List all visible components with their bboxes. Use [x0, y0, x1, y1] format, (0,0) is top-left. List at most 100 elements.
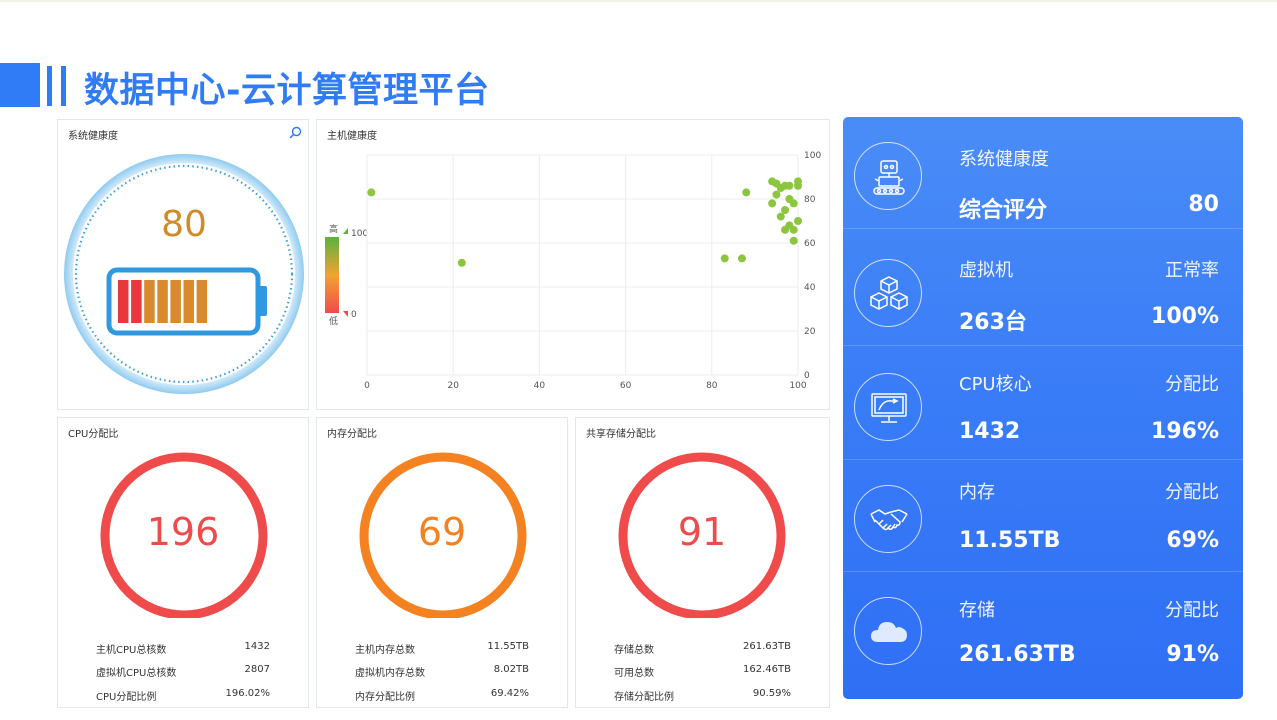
summary-label: CPU核心 [959, 374, 1032, 395]
summary-row-vm: 虚拟机 正常率 263台 100% [843, 234, 1243, 346]
legend-high-label: 高 [329, 223, 338, 235]
battery-cell [144, 280, 155, 323]
title-accent-block [0, 63, 40, 107]
stat-label: 存储总数 [614, 645, 654, 656]
legend-arrow-high [343, 228, 348, 234]
summary-right-value: 196% [1151, 419, 1219, 444]
top-divider [0, 0, 1277, 2]
scatter-point [720, 254, 729, 263]
stat-label: 主机CPU总核数 [96, 645, 167, 656]
stat-value: 11.55TB [487, 641, 529, 652]
legend-min-label: 0 [351, 310, 357, 320]
scatter-point [776, 212, 785, 221]
x-tick-label: 100 [789, 381, 806, 391]
scatter-point [781, 225, 790, 234]
stat-value: 8.02TB [493, 664, 529, 675]
summary-label: 虚拟机 [959, 260, 1013, 281]
x-tick-label: 40 [534, 381, 546, 391]
stat-label: 虚拟机CPU总核数 [96, 668, 177, 679]
y-tick-label: 20 [804, 327, 816, 337]
summary-row-health: 系统健康度 综合评分 80 [843, 117, 1243, 229]
chart-ticks: 0204060801000 20 40 60 80 100 [364, 151, 821, 391]
host-health-panel: 主机健康度 高 100 0 低 0 20 40 60 80 100 0 20 40 60 80 100 [316, 119, 830, 410]
cpu-ratio-value: 196 [146, 510, 220, 554]
system-health-panel: 系统健康度 80 [57, 119, 309, 410]
scatter-point [737, 254, 746, 263]
scatter-point [794, 181, 802, 190]
host-health-chart: 高 100 0 低 0204060801000 20 40 60 80 100 [325, 151, 821, 391]
scatter-point [367, 188, 376, 197]
y-tick-label: 40 [804, 283, 816, 293]
stat-label: CPU分配比例 [96, 692, 157, 703]
stat-value: 196.02% [225, 688, 271, 699]
stat-label: 存储分配比例 [614, 692, 674, 703]
summary-label: 内存 [959, 482, 995, 503]
memory-ratio-value: 69 [417, 510, 467, 554]
health-legend-bar [325, 237, 339, 313]
scatter-point [772, 190, 781, 199]
title-accent-bar [47, 66, 52, 106]
x-tick-label: 60 [620, 381, 632, 391]
summary-label: 系统健康度 [959, 149, 1049, 170]
summary-row-memory: 内存 分配比 11.55TB 69% [843, 460, 1243, 572]
summary-value: 261.63TB [959, 642, 1076, 667]
summary-value: 11.55TB [959, 528, 1061, 553]
chart-points [367, 177, 802, 267]
legend-max-label: 100 [351, 229, 368, 239]
title-accent-bar [61, 66, 66, 106]
scatter-point [794, 217, 802, 225]
storage-ratio-value: 91 [677, 510, 727, 554]
summary-right-value: 69% [1166, 528, 1219, 553]
y-tick-label: 0 [804, 371, 810, 381]
summary-row-cpu: CPU核心 分配比 1432 196% [843, 348, 1243, 460]
summary-right-value: 91% [1166, 642, 1219, 667]
summary-value: 综合评分 [959, 198, 1048, 223]
stat-value: 162.46TB [743, 664, 791, 675]
summary-right-value: 100% [1151, 304, 1219, 329]
x-tick-label: 80 [706, 381, 718, 391]
x-tick-label: 0 [364, 381, 370, 391]
summary-label: 存储 [959, 600, 995, 621]
scatter-point [789, 225, 798, 234]
scatter-point [789, 199, 798, 208]
scatter-point [768, 199, 777, 208]
stat-value: 90.59% [752, 688, 791, 699]
stat-label: 虚拟机内存总数 [355, 668, 425, 679]
scatter-point [789, 236, 798, 245]
summary-right-label: 分配比 [1165, 600, 1219, 621]
summary-value: 263台 [959, 310, 1027, 335]
scatter-point [785, 181, 794, 190]
cpu-ratio-panel: CPU分配比 196 主机CPU总核数 1432 虚拟机CPU总核数 2807 CP… [57, 417, 309, 708]
scatter-point [742, 188, 751, 197]
stat-value: 261.63TB [743, 641, 791, 652]
battery-cell [196, 280, 208, 323]
summary-right-label: 分配比 [1165, 482, 1219, 503]
page-title: 数据中心-云计算管理平台 [84, 71, 490, 111]
legend-arrow-low [343, 311, 348, 317]
y-tick-label: 80 [804, 195, 816, 205]
battery-cell [170, 280, 181, 323]
stat-label: 内存分配比例 [355, 692, 415, 703]
summary-right-label: 正常率 [1165, 260, 1219, 281]
stat-label: 主机内存总数 [355, 645, 415, 656]
stat-label: 可用总数 [614, 668, 654, 679]
monitor-icon [854, 373, 922, 441]
storage-ratio-panel: 共享存储分配比 91 存储总数 261.63TB 可用总数 162.46TB 存储分… [575, 417, 830, 708]
battery-icon [106, 267, 267, 336]
battery-cell [157, 280, 168, 323]
summary-right-label: 分配比 [1165, 374, 1219, 395]
y-tick-label: 60 [804, 239, 816, 249]
summary-value: 1432 [959, 419, 1021, 444]
memory-ratio-panel: 内存分配比 69 主机内存总数 11.55TB 虚拟机内存总数 8.02TB 内存分… [316, 417, 568, 708]
summary-card: 系统健康度 综合评分 80 虚拟机 正常率 263台 100% CPU核心 分配… [843, 117, 1243, 699]
stat-value: 1432 [244, 641, 270, 652]
battery-cell [118, 280, 129, 323]
scatter-point [457, 258, 466, 267]
summary-row-storage: 存储 分配比 261.63TB 91% [843, 572, 1243, 699]
summary-right-value: 80 [1188, 192, 1219, 217]
legend-low-label: 低 [329, 315, 338, 327]
battery-cell [131, 280, 142, 323]
battery-cell [183, 280, 194, 323]
robot-icon [854, 142, 922, 210]
handshake-icon [854, 485, 922, 553]
